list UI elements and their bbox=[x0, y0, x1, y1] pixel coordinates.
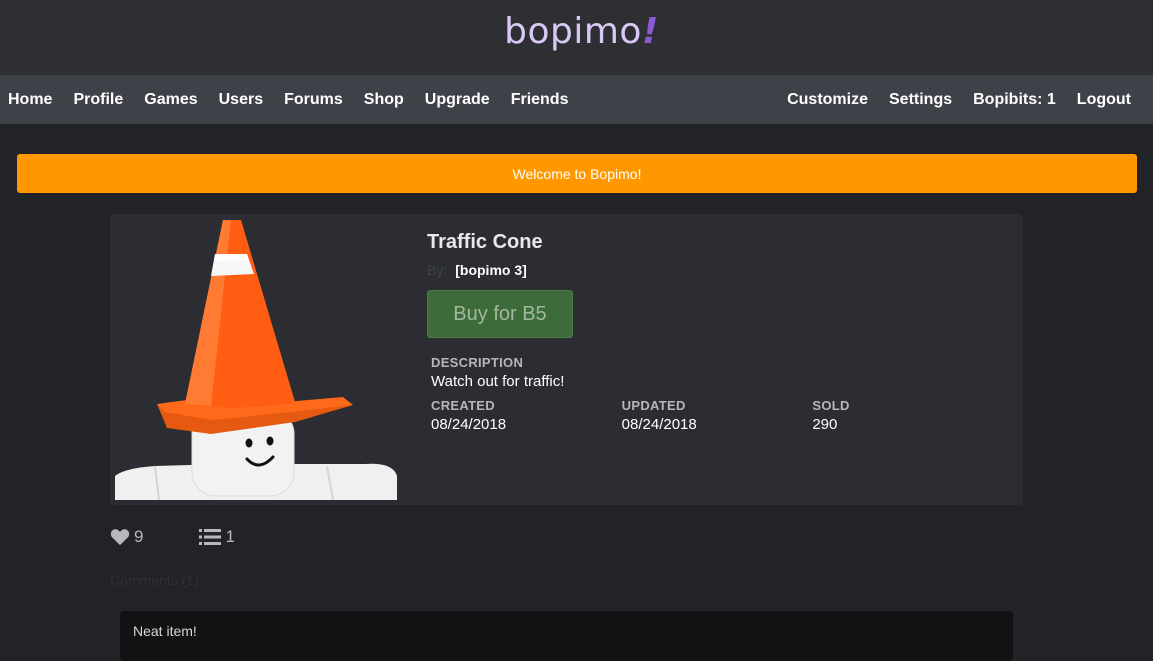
created-label: CREATED bbox=[431, 398, 495, 413]
item-description: DESCRIPTION Watch out for traffic! bbox=[431, 355, 1003, 390]
stat-updated: UPDATED 08/24/2018 bbox=[622, 398, 813, 433]
main-navbar: Home Profile Games Users Forums Shop Upg… bbox=[0, 75, 1153, 124]
nav-home[interactable]: Home bbox=[8, 91, 52, 109]
description-label: DESCRIPTION bbox=[431, 355, 524, 370]
item-thumbnail bbox=[115, 214, 397, 500]
item-info: Traffic Cone By: [bopimo 3] Buy for B5 DE… bbox=[427, 231, 1003, 433]
updated-label: UPDATED bbox=[621, 398, 686, 413]
comment-text: Neat item! bbox=[133, 623, 197, 639]
item-card: Traffic Cone By: [bopimo 3] Buy for B5 DE… bbox=[110, 214, 1023, 505]
nav-friends[interactable]: Friends bbox=[511, 91, 569, 109]
favorite-count: 9 bbox=[134, 527, 144, 546]
list-button[interactable]: 1 bbox=[199, 527, 235, 547]
welcome-banner: Welcome to Bopimo! bbox=[17, 154, 1137, 193]
nav-profile[interactable]: Profile bbox=[73, 91, 123, 109]
item-social-bar: 9 1 bbox=[110, 527, 235, 547]
updated-value: 08/24/2018 bbox=[621, 416, 697, 433]
nav-bopibits[interactable]: Bopibits: 1 bbox=[973, 91, 1056, 109]
comments-heading: Comments (1) bbox=[110, 572, 199, 588]
favorite-button[interactable]: 9 bbox=[110, 527, 143, 547]
nav-forums[interactable]: Forums bbox=[284, 91, 343, 109]
buy-button[interactable]: Buy for B5 bbox=[427, 290, 573, 338]
logo-text: bopimo bbox=[504, 11, 642, 52]
logo-mark: ! bbox=[641, 11, 659, 52]
nav-upgrade[interactable]: Upgrade bbox=[425, 91, 490, 109]
heart-icon bbox=[110, 529, 130, 546]
nav-customize[interactable]: Customize bbox=[787, 91, 868, 109]
creator-link[interactable]: [bopimo 3] bbox=[455, 262, 527, 278]
nav-left-group: Home Profile Games Users Forums Shop Upg… bbox=[0, 91, 581, 109]
stat-sold: SOLD 290 bbox=[812, 398, 1003, 433]
by-label: By: bbox=[427, 262, 448, 278]
nav-logout[interactable]: Logout bbox=[1077, 91, 1131, 109]
list-count: 1 bbox=[225, 527, 235, 546]
created-value: 08/24/2018 bbox=[431, 416, 507, 433]
sold-value: 290 bbox=[812, 416, 838, 433]
item-stats: CREATED 08/24/2018 UPDATED 08/24/2018 SO… bbox=[431, 398, 1003, 433]
traffic-cone-render bbox=[115, 220, 397, 500]
stat-created: CREATED 08/24/2018 bbox=[431, 398, 622, 433]
item-title: Traffic Cone bbox=[427, 231, 543, 253]
description-text: Watch out for traffic! bbox=[431, 373, 565, 390]
list-icon bbox=[199, 529, 222, 545]
nav-right-group: Customize Settings Bopibits: 1 Logout bbox=[766, 91, 1153, 109]
site-logo[interactable]: bopimo! bbox=[504, 11, 659, 52]
site-header: bopimo! bbox=[0, 0, 1153, 75]
nav-users[interactable]: Users bbox=[219, 91, 263, 109]
item-creator-row: By: [bopimo 3] bbox=[427, 262, 1003, 278]
nav-games[interactable]: Games bbox=[144, 91, 197, 109]
comment-item: Neat item! bbox=[120, 611, 1013, 661]
nav-settings[interactable]: Settings bbox=[889, 91, 952, 109]
sold-label: SOLD bbox=[812, 398, 850, 413]
nav-shop[interactable]: Shop bbox=[364, 91, 404, 109]
